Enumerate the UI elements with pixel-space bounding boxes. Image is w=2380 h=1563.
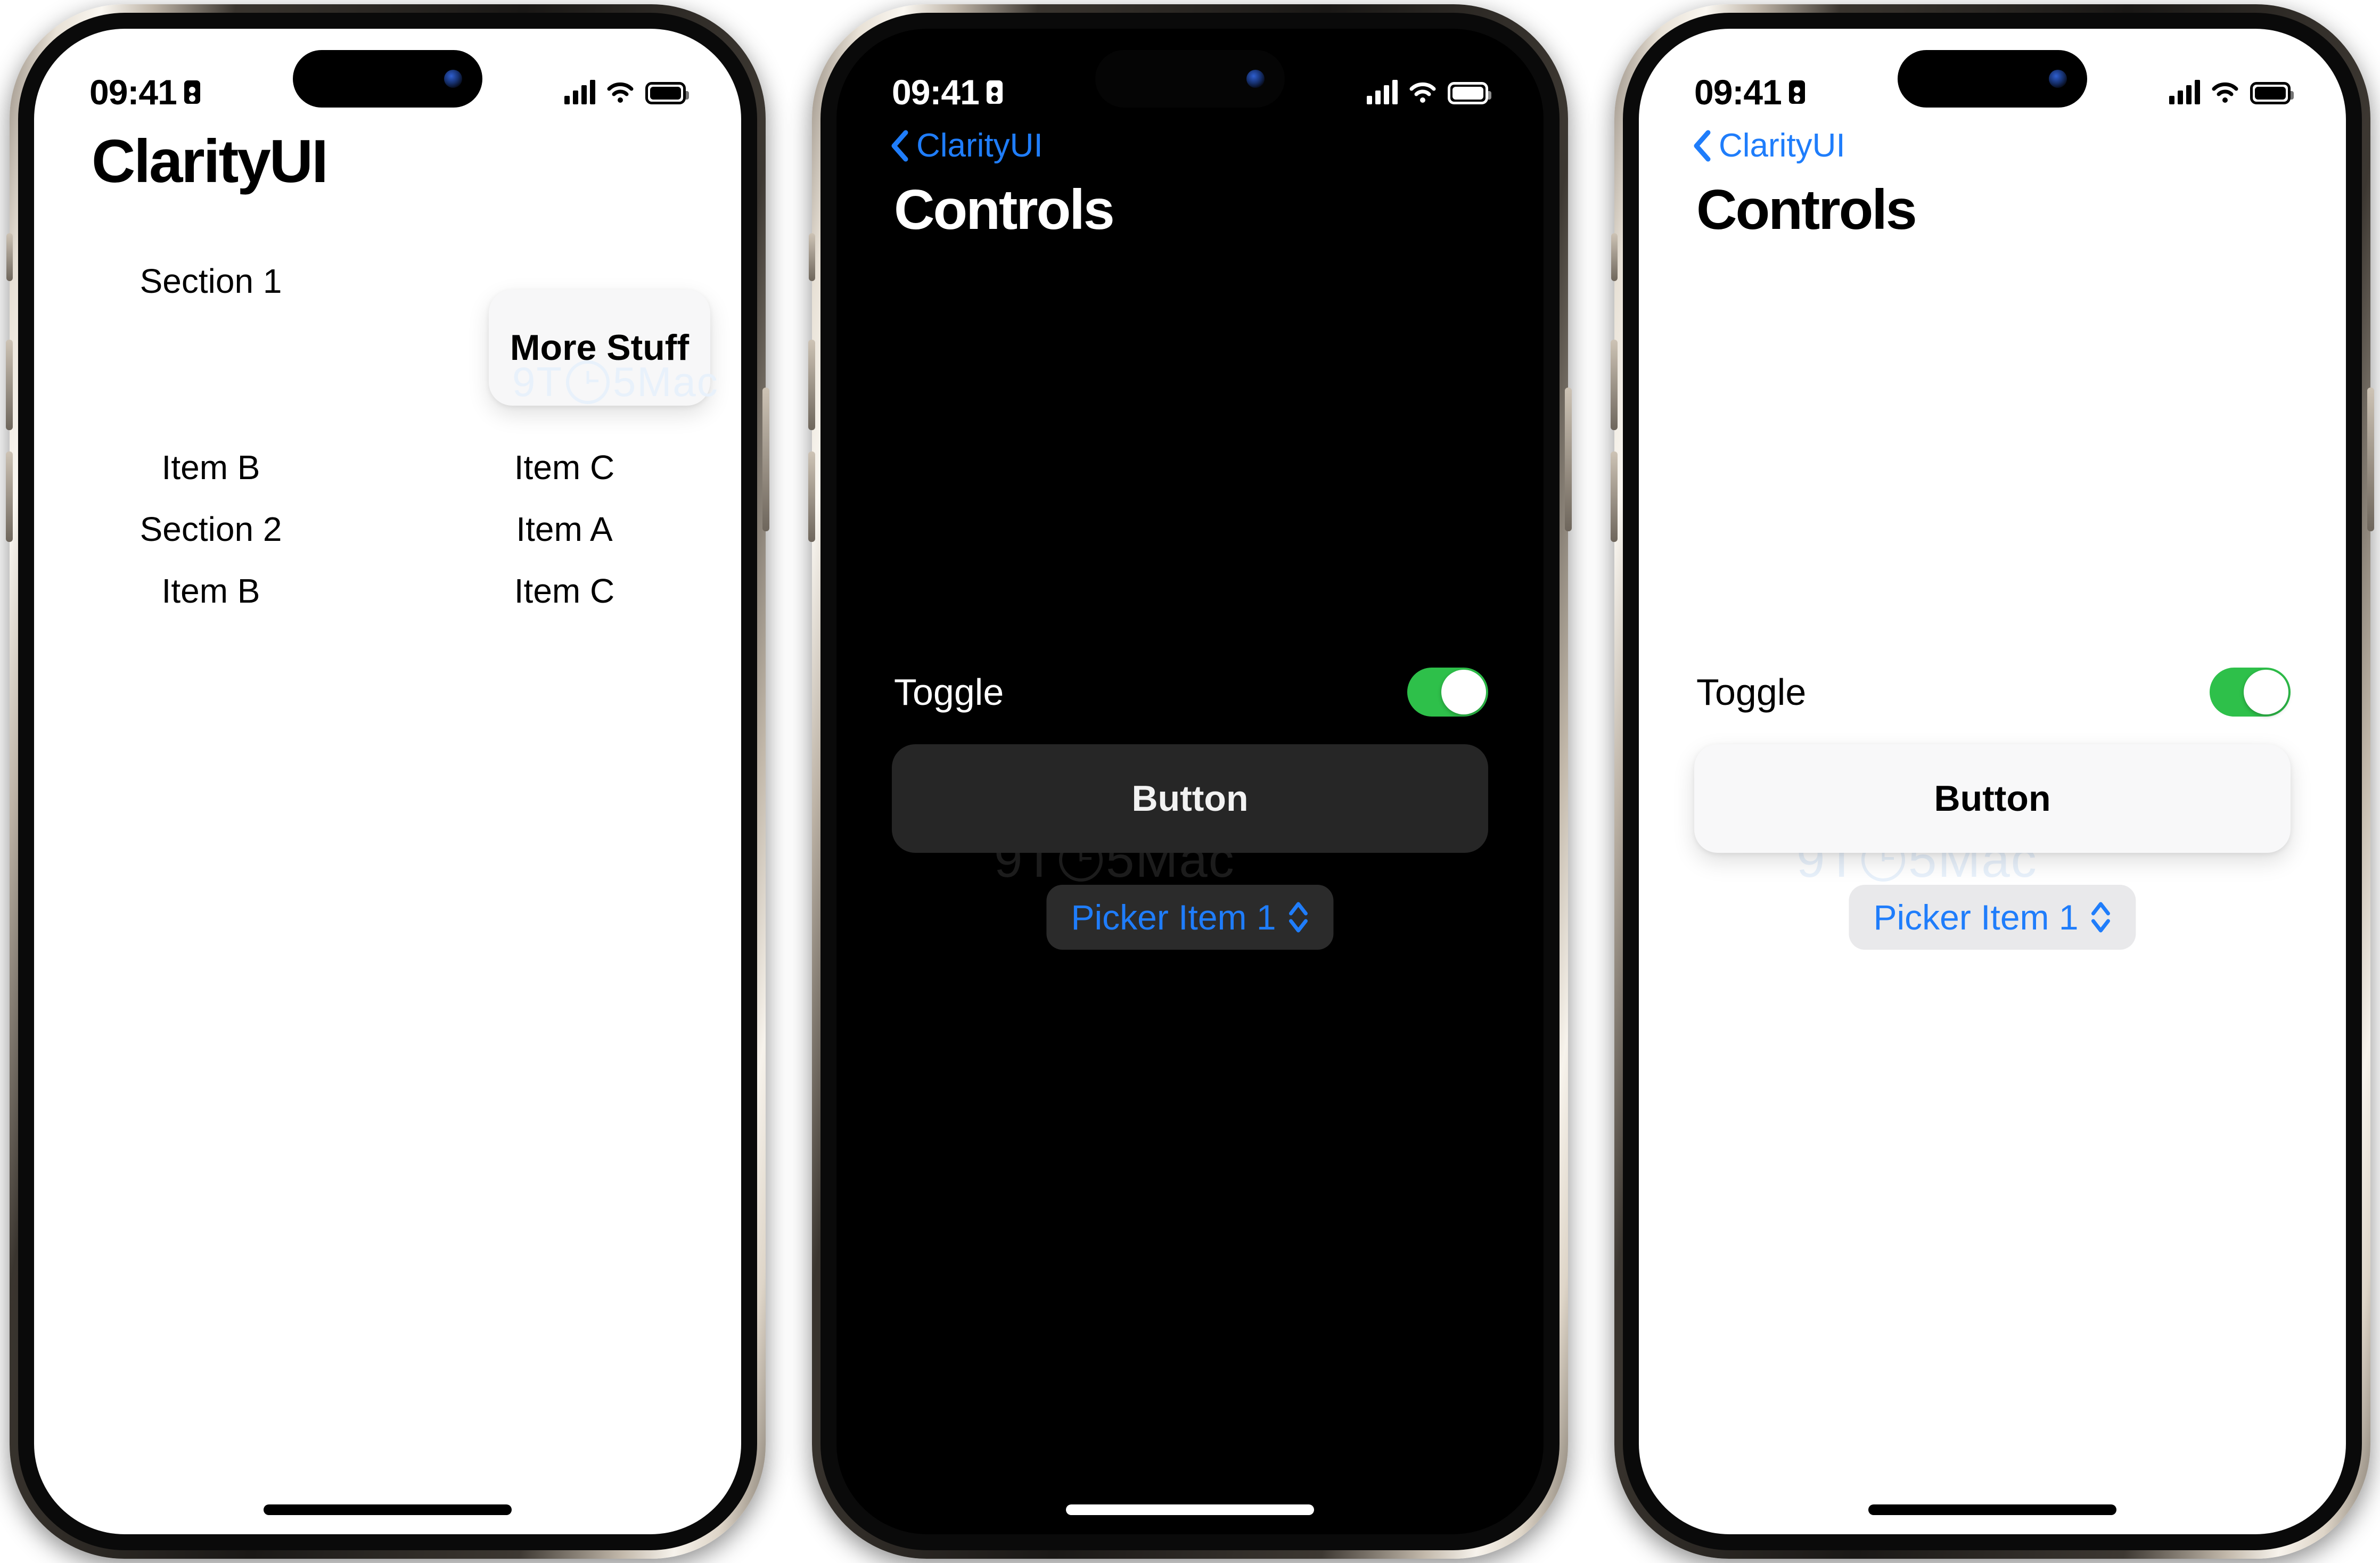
id-badge-icon [1788, 80, 1805, 104]
status-icons [564, 80, 689, 104]
home-indicator[interactable] [264, 1504, 512, 1515]
power-button[interactable] [762, 388, 769, 531]
more-stuff-card[interactable]: More Stuff 9T 5Mac [489, 290, 718, 406]
id-badge-icon [184, 80, 200, 104]
phone-controls-dark: 09:41 ClarityUI Controls Toggle 9T 5Mac … [808, 4, 1572, 1559]
three-phone-mockup-stage: 09:41 ClarityUI Section 1 Item B Item C … [0, 0, 2380, 1563]
back-button[interactable]: ClarityUI [836, 127, 1544, 164]
back-button[interactable]: ClarityUI [1639, 127, 2346, 164]
toggle-row: Toggle [1639, 668, 2346, 717]
silence-switch[interactable] [809, 233, 815, 281]
volume-down-button[interactable] [6, 451, 13, 542]
cellular-signal-icon [2169, 80, 2200, 104]
page-title: Controls [1696, 178, 1917, 241]
home-indicator[interactable] [1066, 1504, 1314, 1515]
id-badge-icon [986, 80, 1003, 104]
status-time-group: 09:41 [89, 72, 200, 112]
list-row[interactable]: Item B Item C [34, 437, 741, 498]
list-cell: Item B [161, 572, 260, 610]
chevron-up-down-icon [2091, 902, 2111, 933]
dynamic-island[interactable] [293, 50, 482, 108]
back-button-label: ClarityUI [916, 127, 1043, 164]
section-2-label: Section 2 [139, 510, 282, 548]
list-cell: Item C [514, 448, 615, 487]
chevron-left-icon [891, 130, 908, 161]
primary-button[interactable]: Button [1694, 744, 2291, 853]
cellular-signal-icon [564, 80, 595, 104]
controls-screen-content: ClarityUI Controls Toggle 9T 5Mac Button … [1639, 127, 2346, 1534]
status-time-group: 09:41 [1694, 72, 1805, 112]
volume-up-button[interactable] [1611, 340, 1618, 430]
silence-switch[interactable] [1611, 233, 1618, 281]
phone-clarityui-home: 09:41 ClarityUI Section 1 Item B Item C … [6, 4, 769, 1559]
picker-control[interactable]: Picker Item 1 [1849, 885, 2136, 950]
volume-down-button[interactable] [808, 451, 815, 542]
phone-controls-light: 09:41 ClarityUI Controls Toggle 9T 5Mac … [1611, 4, 2374, 1559]
battery-icon [1448, 82, 1491, 104]
picker-value: Picker Item 1 [1071, 898, 1276, 937]
cellular-signal-icon [1367, 80, 1398, 104]
primary-button[interactable]: Button [892, 744, 1488, 853]
front-camera-icon [444, 70, 462, 88]
list-cell: Item C [514, 572, 615, 610]
dynamic-island[interactable] [1898, 50, 2087, 108]
toggle-switch[interactable] [2210, 668, 2291, 717]
power-button[interactable] [2367, 388, 2374, 531]
toggle-row: Toggle [836, 668, 1544, 717]
chevron-left-icon [1694, 130, 1711, 161]
front-camera-icon [2049, 70, 2067, 88]
status-time: 09:41 [1694, 72, 1782, 112]
silence-switch[interactable] [6, 233, 13, 281]
home-screen-content: ClarityUI Section 1 Item B Item C Sectio… [34, 130, 741, 1534]
primary-button-label: Button [1131, 778, 1249, 819]
primary-button-label: Button [1934, 778, 2051, 819]
phone-screen: 09:41 ClarityUI Controls Toggle 9T 5Mac … [1639, 29, 2346, 1534]
page-title: Controls [894, 178, 1115, 241]
toggle-switch[interactable] [1407, 668, 1488, 717]
battery-icon [645, 82, 689, 104]
dynamic-island[interactable] [1095, 50, 1285, 108]
back-button-label: ClarityUI [1719, 127, 1845, 164]
list-cell: Item B [161, 448, 260, 487]
list-cell: Item A [516, 510, 613, 548]
picker-value: Picker Item 1 [1873, 898, 2079, 937]
battery-icon [2250, 82, 2294, 104]
section-1-label: Section 1 [139, 262, 282, 300]
home-indicator[interactable] [1868, 1504, 2116, 1515]
list-row[interactable]: Section 2 Item A [34, 498, 741, 560]
toggle-knob [2244, 670, 2288, 714]
volume-up-button[interactable] [6, 340, 13, 430]
status-time: 09:41 [892, 72, 980, 112]
wifi-icon [1408, 80, 1437, 104]
front-camera-icon [1246, 70, 1265, 88]
toggle-label: Toggle [1696, 671, 1807, 713]
phone-screen: 09:41 ClarityUI Section 1 Item B Item C … [34, 29, 741, 1534]
toggle-label: Toggle [894, 671, 1004, 713]
status-time-group: 09:41 [892, 72, 1003, 112]
phone-screen: 09:41 ClarityUI Controls Toggle 9T 5Mac … [836, 29, 1544, 1534]
more-stuff-label: More Stuff [510, 327, 690, 368]
picker-control[interactable]: Picker Item 1 [1046, 885, 1334, 950]
toggle-knob [1441, 670, 1486, 714]
controls-screen-content: ClarityUI Controls Toggle 9T 5Mac Button … [836, 127, 1544, 1534]
power-button[interactable] [1565, 388, 1572, 531]
chevron-up-down-icon [1289, 902, 1308, 933]
status-time: 09:41 [89, 72, 177, 112]
volume-down-button[interactable] [1611, 451, 1618, 542]
status-icons [2169, 80, 2294, 104]
page-title: ClarityUI [92, 128, 329, 195]
status-icons [1367, 80, 1491, 104]
wifi-icon [2211, 80, 2239, 104]
wifi-icon [606, 80, 635, 104]
volume-up-button[interactable] [808, 340, 815, 430]
list-row[interactable]: Item B Item C [34, 560, 741, 622]
